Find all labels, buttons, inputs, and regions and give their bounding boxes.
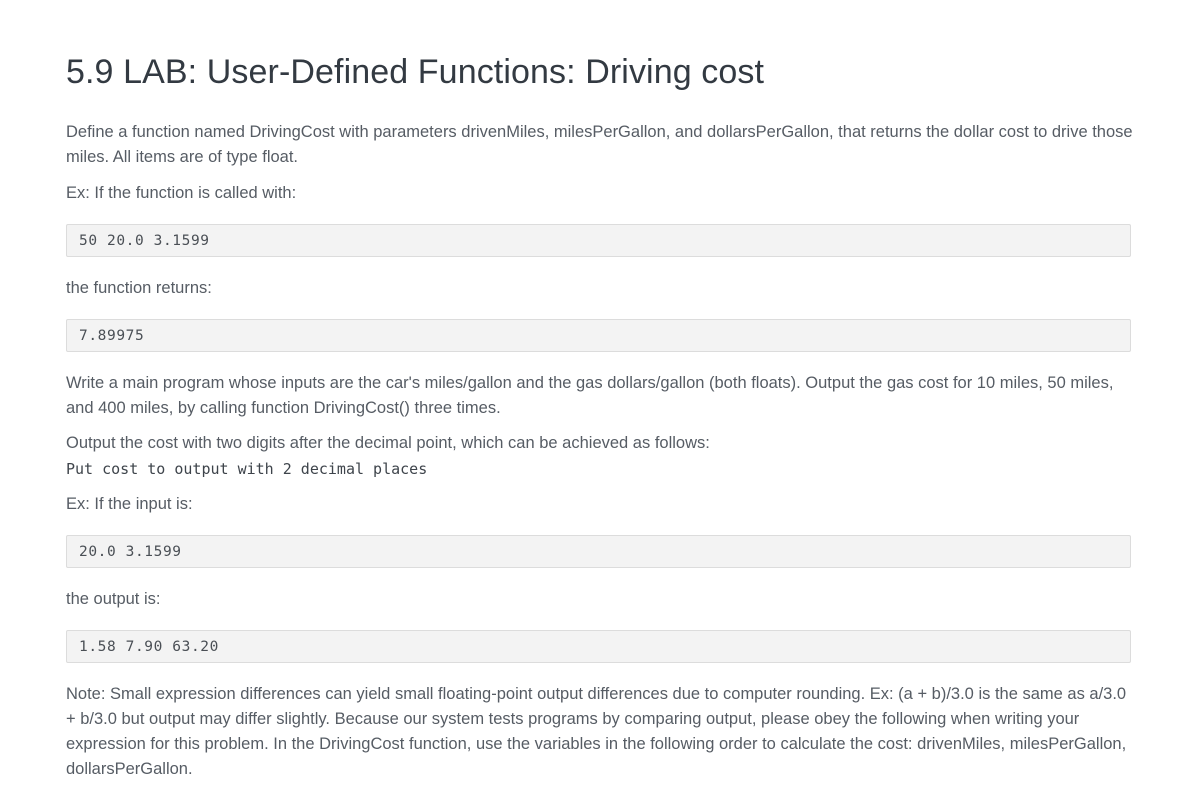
- returns-code: 7.89975: [79, 328, 145, 344]
- main-program-paragraph: Write a main program whose inputs are th…: [66, 374, 1114, 417]
- intro-paragraph: Define a function named DrivingCost with…: [66, 123, 1133, 166]
- example-call-label: Ex: If the function is called with:: [66, 184, 297, 202]
- example-input-code: 20.0 3.1599: [79, 544, 182, 560]
- example-input-code-block: 20.0 3.1599: [66, 535, 1131, 568]
- output-format-paragraph: Output the cost with two digits after th…: [66, 434, 710, 452]
- example-call-code: 50 20.0 3.1599: [79, 233, 210, 249]
- lab-title: 5.9 LAB: User-Defined Functions: Driving…: [66, 53, 765, 91]
- example-call-code-block: 50 20.0 3.1599: [66, 224, 1131, 257]
- output-code-block: 1.58 7.90 63.20: [66, 630, 1131, 663]
- output-code: 1.58 7.90 63.20: [79, 639, 219, 655]
- returns-label: the function returns:: [66, 279, 212, 297]
- returns-code-block: 7.89975: [66, 319, 1131, 352]
- output-format-code: Put cost to output with 2 decimal places: [66, 460, 428, 478]
- example-input-label: Ex: If the input is:: [66, 495, 193, 513]
- note-paragraph: Note: Small expression differences can y…: [66, 685, 1127, 778]
- output-label: the output is:: [66, 590, 161, 608]
